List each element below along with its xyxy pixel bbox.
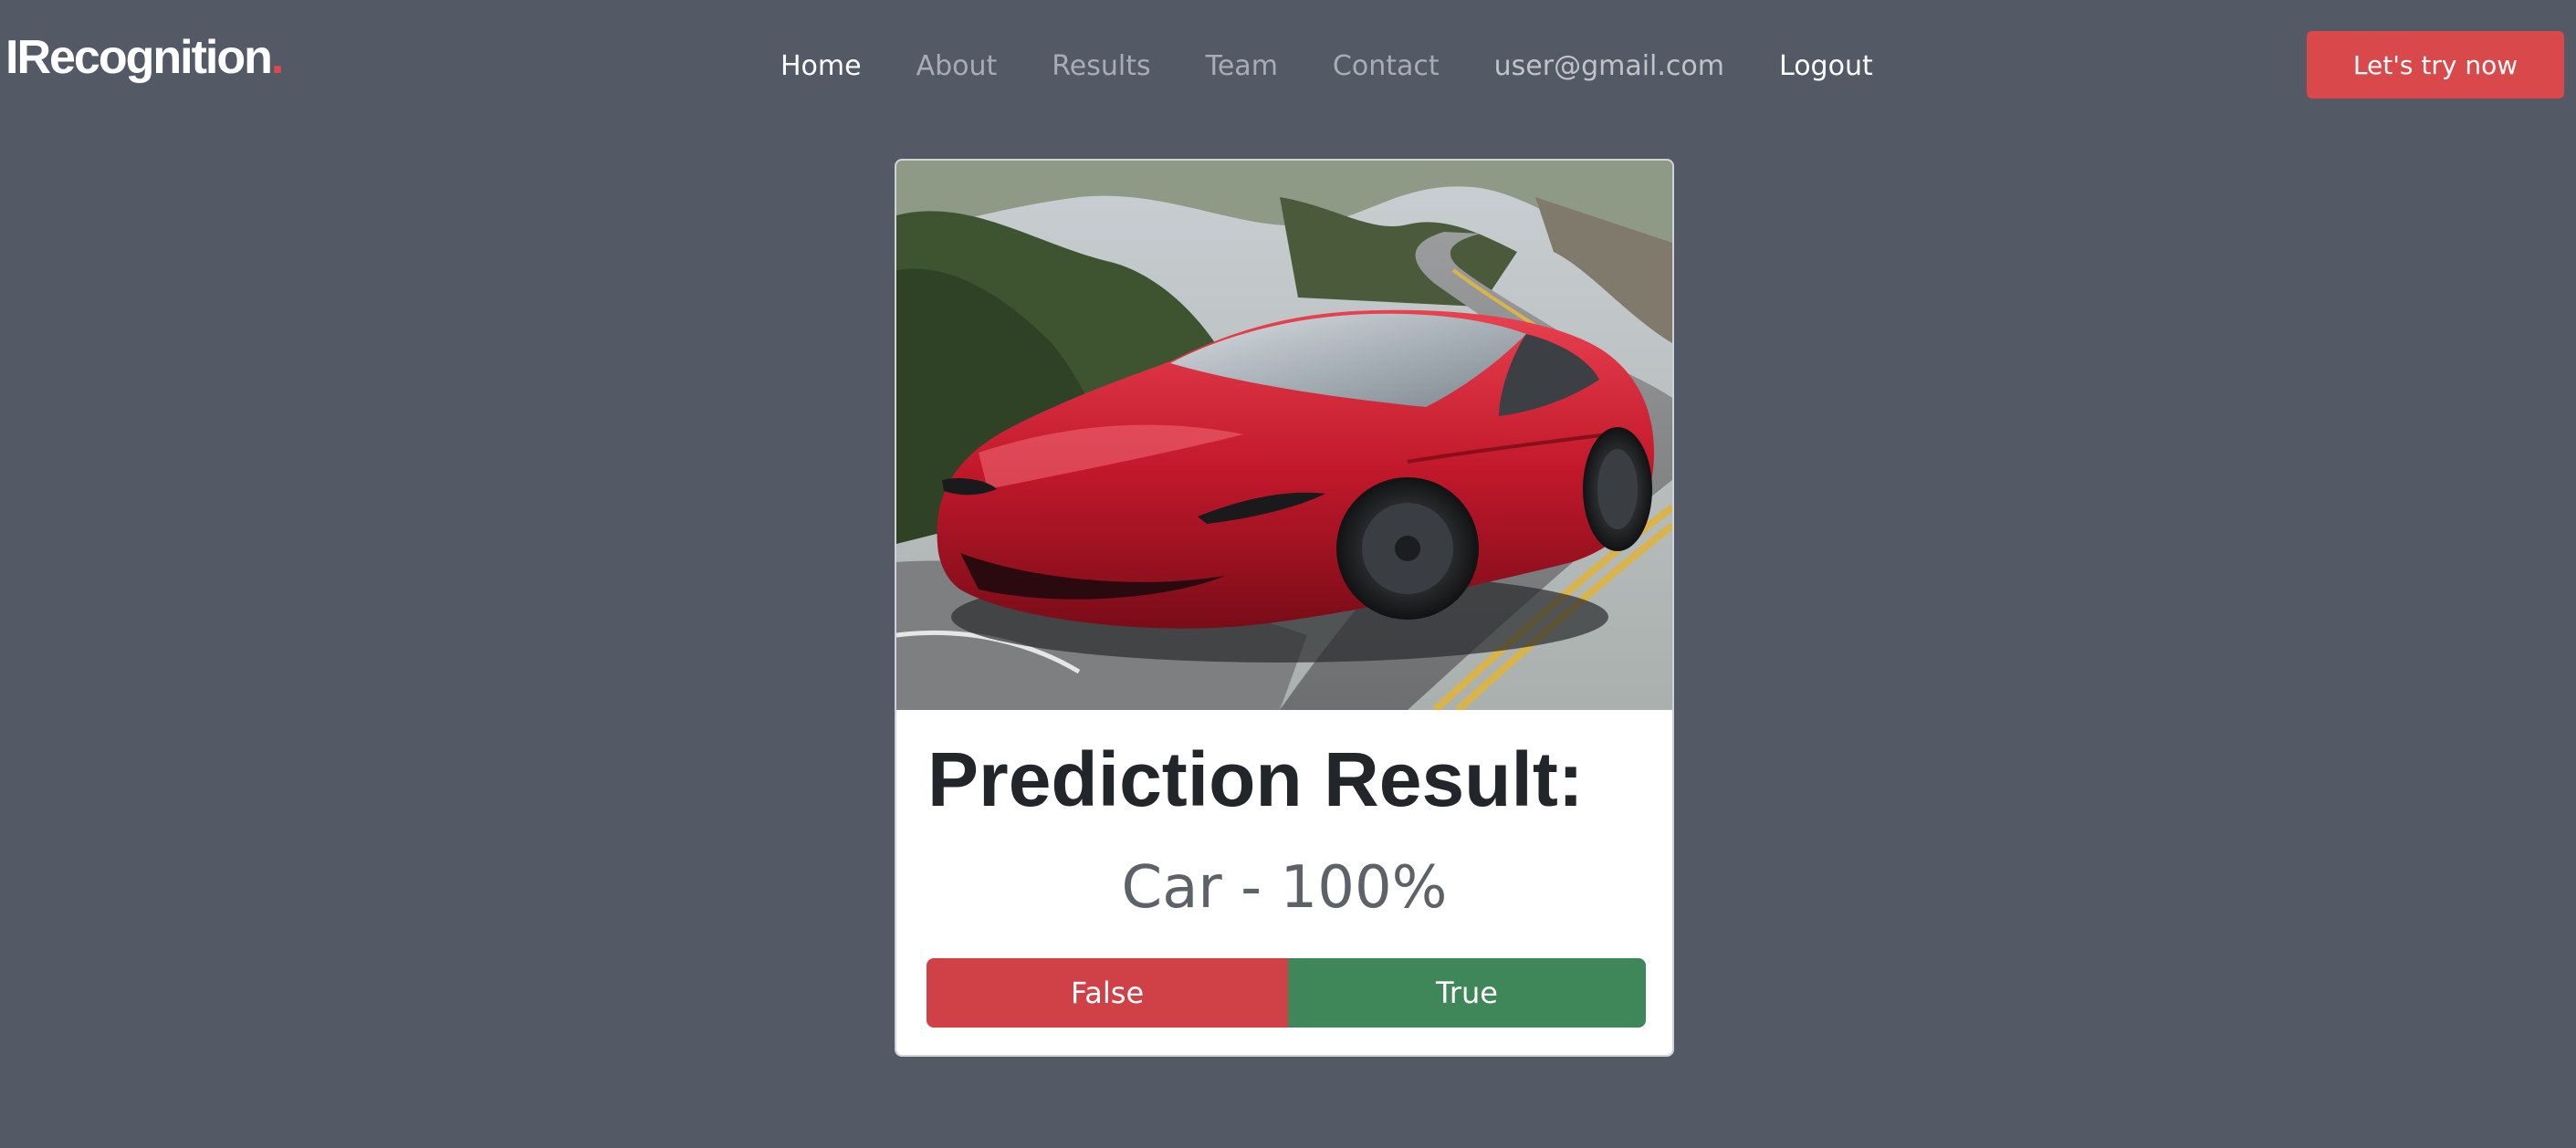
prediction-result: Car - 100% — [1121, 854, 1448, 922]
main-nav: Home About Results Team Contact user@gma… — [780, 38, 1873, 93]
nav-logout[interactable]: Logout — [1779, 50, 1873, 82]
logo-text: IRecognition — [5, 31, 273, 84]
false-button[interactable]: False — [927, 958, 1288, 1028]
car-photo — [896, 161, 1672, 710]
nav-user-email[interactable]: user@gmail.com — [1494, 50, 1724, 82]
prediction-card: Prediction Result: Car - 100% False True — [895, 159, 1674, 1057]
true-button[interactable]: True — [1288, 958, 1646, 1028]
logo[interactable]: IRecognition. — [5, 26, 284, 89]
prediction-title: Prediction Result: — [927, 736, 1584, 822]
feedback-buttons: False True — [927, 958, 1646, 1028]
nav-results[interactable]: Results — [1052, 50, 1150, 82]
nav-team[interactable]: Team — [1206, 50, 1278, 82]
nav-about[interactable]: About — [916, 50, 998, 82]
nav-home[interactable]: Home — [780, 50, 862, 82]
nav-contact[interactable]: Contact — [1333, 50, 1440, 82]
try-now-button[interactable]: Let's try now — [2307, 31, 2564, 99]
logo-dot: . — [270, 31, 285, 84]
